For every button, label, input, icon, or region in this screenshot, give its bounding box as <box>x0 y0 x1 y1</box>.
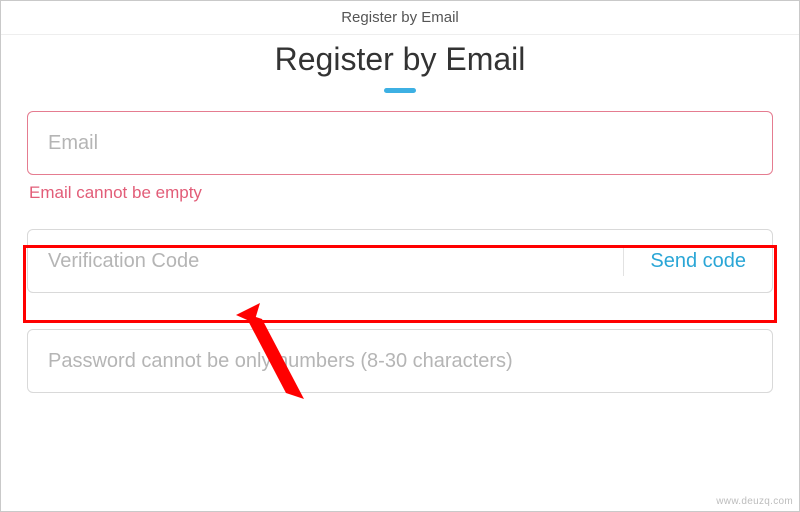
password-field[interactable] <box>27 329 773 393</box>
page-heading: Register by Email <box>1 41 799 78</box>
app-frame: Register by Email Register by Email Emai… <box>0 0 800 512</box>
accent-underline <box>384 88 416 93</box>
verification-code-field[interactable]: Send code <box>27 229 773 293</box>
top-bar-title: Register by Email <box>1 1 799 35</box>
send-code-button[interactable]: Send code <box>632 250 752 273</box>
email-error-message: Email cannot be empty <box>29 183 771 203</box>
email-input[interactable] <box>48 132 752 155</box>
divider <box>623 246 624 276</box>
password-input[interactable] <box>48 350 752 373</box>
watermark-text: www.deuzq.com <box>716 496 793 507</box>
email-field[interactable] <box>27 111 773 175</box>
register-form: Email cannot be empty Send code <box>1 111 799 393</box>
verification-code-input[interactable] <box>48 250 615 273</box>
